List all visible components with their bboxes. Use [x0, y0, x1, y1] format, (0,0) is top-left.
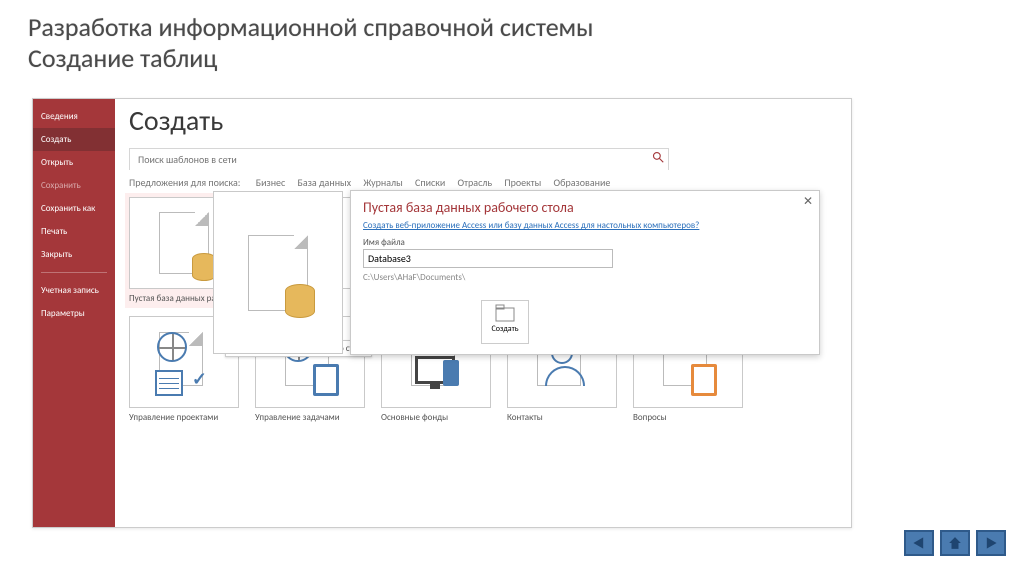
page-title: Создать	[129, 103, 837, 138]
filename-label: Имя файла	[363, 237, 807, 248]
new-db-callout: ✕ Пустая база данных рабочего стола Созд…	[350, 190, 820, 355]
create-button[interactable]: Создать	[481, 300, 529, 344]
sugg-business[interactable]: Бизнес	[256, 176, 286, 189]
search-icon[interactable]	[652, 151, 664, 167]
search-input[interactable]	[130, 150, 668, 170]
sugg-lists[interactable]: Списки	[415, 176, 445, 189]
callout-title: Пустая база данных рабочего стола	[363, 199, 807, 216]
nav-home-button[interactable]	[940, 530, 970, 556]
sidebar-item-info[interactable]: Сведения	[33, 105, 115, 128]
callout-close-icon[interactable]: ✕	[803, 194, 813, 209]
sidebar-item-account[interactable]: Учетная запись	[33, 279, 115, 302]
file-path: C:\Users\AHaF\Documents\	[363, 272, 807, 283]
slide-nav	[904, 530, 1006, 556]
sugg-industry[interactable]: Отрасль	[458, 176, 493, 189]
filename-input[interactable]	[363, 249, 613, 268]
slide-title: Разработка информационной справочной сис…	[28, 12, 593, 74]
sugg-education[interactable]: Образование	[554, 176, 611, 189]
sidebar-item-options[interactable]: Параметры	[33, 302, 115, 325]
search-suggestions: Предложения для поиска: Бизнес База данн…	[129, 176, 837, 189]
sidebar-item-saveas[interactable]: Сохранить как	[33, 197, 115, 220]
nav-prev-button[interactable]	[904, 530, 934, 556]
sugg-journals[interactable]: Журналы	[363, 176, 402, 189]
nav-next-button[interactable]	[976, 530, 1006, 556]
template-search[interactable]	[129, 148, 669, 170]
sidebar-item-create[interactable]: Создать	[33, 128, 115, 151]
callout-preview-icon	[213, 191, 343, 354]
sidebar-item-open[interactable]: Открыть	[33, 151, 115, 174]
sugg-database[interactable]: База данных	[298, 176, 352, 189]
sugg-projects[interactable]: Проекты	[504, 176, 541, 189]
sidebar-item-print[interactable]: Печать	[33, 220, 115, 243]
sidebar-item-close[interactable]: Закрыть	[33, 243, 115, 266]
backstage-sidebar: Сведения Создать Открыть Сохранить Сохра…	[33, 99, 115, 527]
callout-link[interactable]: Создать веб-приложение Access или базу д…	[363, 220, 807, 231]
sidebar-divider	[41, 272, 107, 273]
sidebar-item-save: Сохранить	[33, 174, 115, 197]
